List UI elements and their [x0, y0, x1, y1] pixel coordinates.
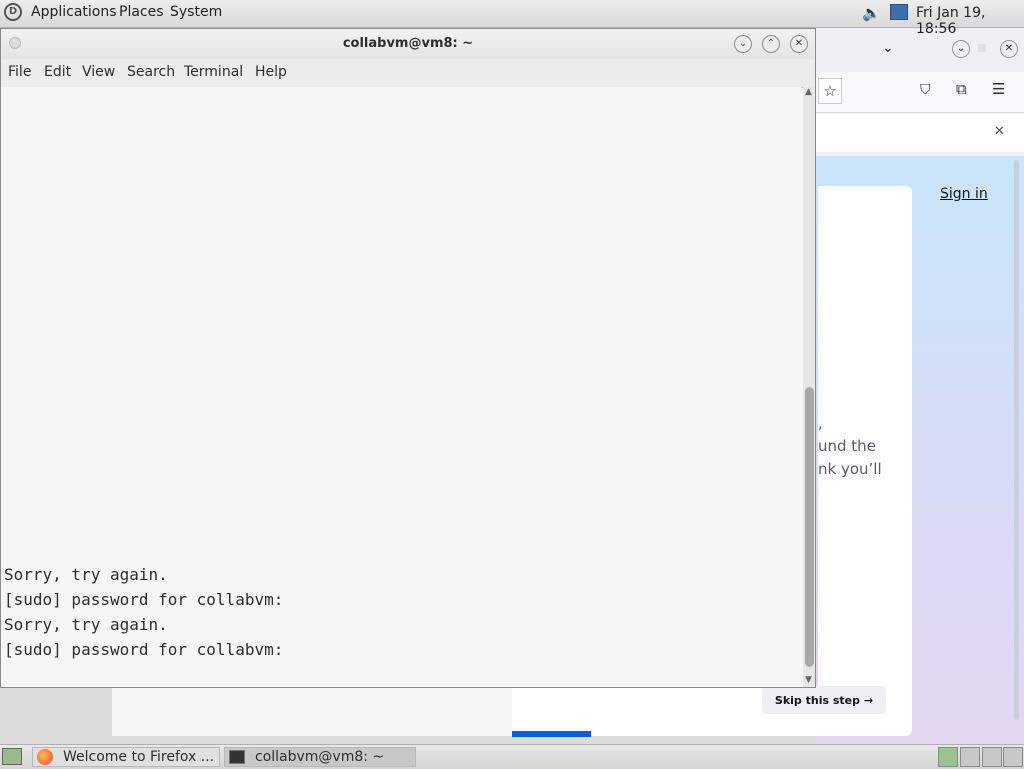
terminal-line: Sorry, try again. [4, 615, 168, 634]
volume-icon[interactable]: 🔈 [862, 4, 881, 22]
menu-terminal[interactable]: Terminal [184, 64, 243, 80]
menu-search[interactable]: Search [127, 64, 175, 80]
terminal-titlebar[interactable]: collabvm@vm8: ~ ⌄ ⌃ ✕ [1, 29, 815, 59]
network-icon[interactable] [890, 4, 908, 20]
menu-view[interactable]: View [82, 64, 115, 80]
terminal-window: collabvm@vm8: ~ ⌄ ⌃ ✕ File Edit View Sea… [0, 28, 816, 688]
top-panel: D Applications Places System 🔈 Fri Jan 1… [0, 0, 1024, 37]
maximize-icon[interactable] [978, 44, 986, 52]
scroll-down-icon[interactable]: ▼ [805, 675, 812, 685]
menu-hamburger-icon[interactable]: ☰ [992, 80, 1005, 98]
partial-text-1: , [818, 414, 823, 432]
tab-dropdown-icon[interactable]: ⌄ [882, 40, 894, 56]
workspace-2[interactable] [960, 747, 980, 767]
clock[interactable]: Fri Jan 19, 18:56 [916, 5, 1024, 37]
task-firefox[interactable]: Welcome to Firefox ... [32, 747, 220, 767]
dismiss-icon[interactable]: ✕ [994, 124, 1005, 139]
workspace-3[interactable] [982, 747, 1002, 767]
close-icon[interactable]: ✕ [1000, 40, 1018, 58]
toolbar: ☆ ⛉ ⧉ ☰ [816, 72, 1024, 113]
terminal-icon [229, 750, 245, 764]
window-title: collabvm@vm8: ~ [342, 36, 474, 51]
workspace-4[interactable] [1003, 747, 1023, 767]
welcome-card-illustration [112, 686, 512, 736]
show-desktop-icon[interactable] [2, 748, 22, 765]
partial-text-2: und the [818, 437, 876, 455]
extensions-icon[interactable]: ⧉ [956, 80, 967, 98]
skip-step-button[interactable]: Skip this step → [762, 686, 886, 714]
workspace-1[interactable] [938, 747, 958, 767]
firefox-icon [37, 749, 53, 765]
terminal-menubar: File Edit View Search Terminal Help [1, 59, 815, 88]
close-icon[interactable]: ✕ [790, 35, 808, 53]
page-scrollbar[interactable] [1014, 160, 1019, 720]
menu-file[interactable]: File [8, 64, 31, 80]
system-menu[interactable]: System [170, 4, 222, 20]
maximize-icon[interactable]: ⌃ [762, 35, 780, 53]
distro-logo-icon[interactable]: D [4, 3, 22, 21]
terminal-line: [sudo] password for collabvm: [4, 590, 284, 609]
terminal-line: [sudo] password for collabvm: [4, 640, 284, 659]
scroll-thumb[interactable] [805, 387, 814, 667]
partial-text-3: nk you’ll [818, 460, 882, 478]
scroll-up-icon[interactable]: ▲ [805, 87, 812, 97]
task-terminal[interactable]: collabvm@vm8: ~ [224, 747, 416, 767]
bookmark-star-icon[interactable]: ☆ [818, 78, 842, 104]
minimize-icon[interactable]: ⌄ [734, 35, 752, 53]
progress-indicator [512, 731, 591, 737]
terminal-scrollbar[interactable]: ▲ ▼ [803, 87, 815, 687]
menu-edit[interactable]: Edit [44, 64, 71, 80]
menu-help[interactable]: Help [255, 64, 287, 80]
terminal-output[interactable]: Sorry, try again. [sudo] password for co… [1, 87, 801, 687]
task-label: Welcome to Firefox ... [63, 749, 215, 765]
applications-menu[interactable]: Applications [31, 4, 117, 20]
minimize-icon[interactable]: ⌄ [952, 40, 970, 58]
terminal-line: Sorry, try again. [4, 565, 168, 584]
notification-bar: ✕ [816, 114, 1024, 152]
sign-in-link[interactable]: Sign in [940, 186, 988, 202]
welcome-card: , und the nk you’ll [818, 186, 912, 732]
places-menu[interactable]: Places [119, 4, 164, 20]
bottom-taskbar: Welcome to Firefox ... collabvm@vm8: ~ [0, 744, 1024, 769]
task-label: collabvm@vm8: ~ [255, 749, 385, 765]
pocket-icon[interactable]: ⛉ [920, 82, 931, 98]
